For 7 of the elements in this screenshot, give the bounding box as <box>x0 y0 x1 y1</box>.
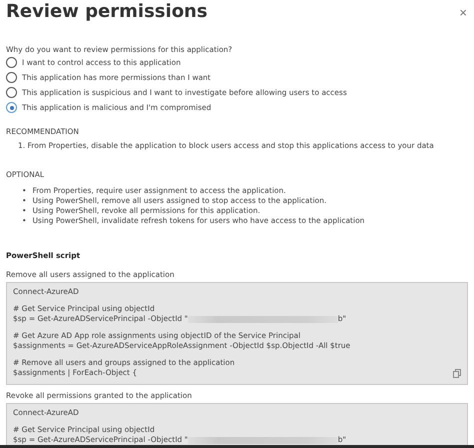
copy-icon[interactable] <box>453 369 461 378</box>
close-button[interactable]: × <box>457 4 469 20</box>
radio-button[interactable] <box>6 102 17 113</box>
radio-button[interactable] <box>6 57 17 68</box>
radio-button[interactable] <box>6 87 17 98</box>
panel-title: Review permissions <box>6 1 208 23</box>
radio-button[interactable] <box>6 72 17 83</box>
